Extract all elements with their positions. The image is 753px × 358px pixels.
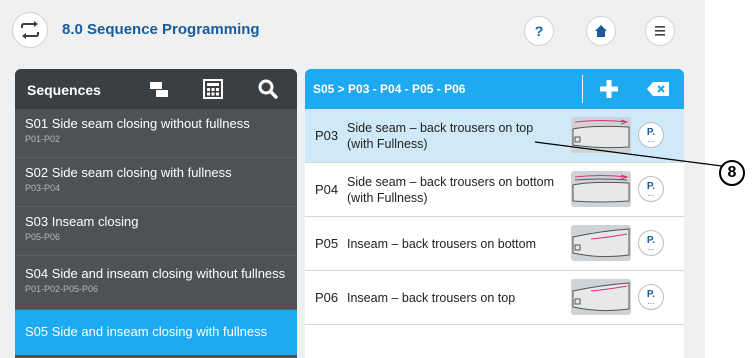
callout-leader-line [534,141,723,167]
callout-marker: 8 [719,160,745,186]
callout-number: 8 [727,164,737,181]
